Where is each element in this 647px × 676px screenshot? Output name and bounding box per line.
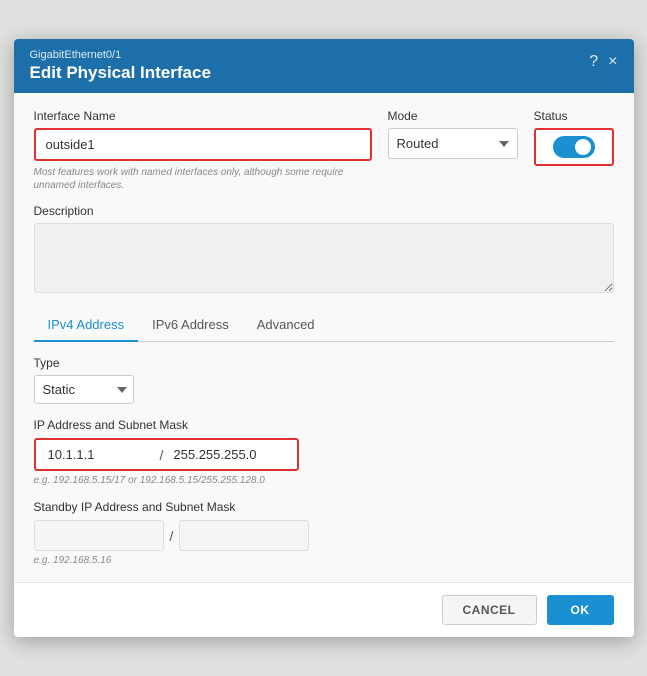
mode-group: Mode Routed Switched Passive [388, 109, 518, 159]
close-icon[interactable]: × [608, 53, 617, 71]
dialog-body: Interface Name Most features work with n… [14, 93, 634, 582]
description-group: Description [34, 192, 614, 293]
ok-button[interactable]: OK [547, 595, 614, 625]
ipv4-tab-content: Type Static DHCP PPPoE IP Address and Su… [34, 356, 614, 566]
mode-label: Mode [388, 109, 518, 123]
header-title-group: GigabitEthernet0/1 Edit Physical Interfa… [30, 49, 211, 83]
standby-label: Standby IP Address and Subnet Mask [34, 500, 614, 514]
dialog-header: GigabitEthernet0/1 Edit Physical Interfa… [14, 39, 634, 93]
tab-ipv4[interactable]: IPv4 Address [34, 309, 139, 342]
type-select[interactable]: Static DHCP PPPoE [34, 375, 134, 404]
interface-name-label: Interface Name [34, 109, 372, 123]
ip-address-input[interactable] [44, 440, 154, 469]
dialog-footer: CANCEL OK [14, 582, 634, 637]
standby-subnet-input[interactable] [179, 520, 309, 551]
ip-address-label: IP Address and Subnet Mask [34, 418, 614, 432]
standby-slash-separator: / [170, 528, 174, 544]
description-textarea[interactable] [34, 223, 614, 293]
ip-address-box: / [34, 438, 300, 471]
type-label: Type [34, 356, 614, 370]
interface-name-input[interactable] [36, 130, 370, 159]
mode-select[interactable]: Routed Switched Passive [388, 128, 518, 159]
subnet-mask-input[interactable] [169, 440, 289, 469]
status-toggle[interactable] [553, 136, 595, 158]
standby-hint: e.g. 192.168.5.16 [34, 555, 614, 566]
status-group: Status [534, 109, 614, 166]
edit-physical-interface-dialog: GigabitEthernet0/1 Edit Physical Interfa… [14, 39, 634, 637]
standby-ip-input[interactable] [34, 520, 164, 551]
dialog-title: Edit Physical Interface [30, 63, 211, 83]
tab-ipv6[interactable]: IPv6 Address [138, 309, 243, 342]
cancel-button[interactable]: CANCEL [442, 595, 537, 625]
standby-row: / [34, 520, 614, 551]
description-label: Description [34, 204, 614, 218]
top-row: Interface Name Most features work with n… [34, 109, 614, 192]
interface-name-box [34, 128, 372, 161]
status-box [534, 128, 614, 166]
header-actions: ? × [589, 49, 617, 71]
tabs: IPv4 Address IPv6 Address Advanced [34, 309, 614, 342]
interface-name-group: Interface Name Most features work with n… [34, 109, 372, 192]
ip-address-section: IP Address and Subnet Mask / e.g. 192.16… [34, 418, 614, 486]
interface-name-hint: Most features work with named interfaces… [34, 166, 372, 192]
slash-separator: / [160, 447, 164, 463]
help-icon[interactable]: ? [589, 53, 598, 71]
toggle-slider [553, 136, 595, 158]
dialog-subtitle: GigabitEthernet0/1 [30, 49, 211, 61]
status-label: Status [534, 109, 614, 123]
tab-advanced[interactable]: Advanced [243, 309, 329, 342]
standby-section: Standby IP Address and Subnet Mask / e.g… [34, 500, 614, 566]
type-group: Type Static DHCP PPPoE [34, 356, 614, 404]
ip-address-hint: e.g. 192.168.5.15/17 or 192.168.5.15/255… [34, 475, 614, 486]
type-select-wrap: Static DHCP PPPoE [34, 375, 614, 404]
